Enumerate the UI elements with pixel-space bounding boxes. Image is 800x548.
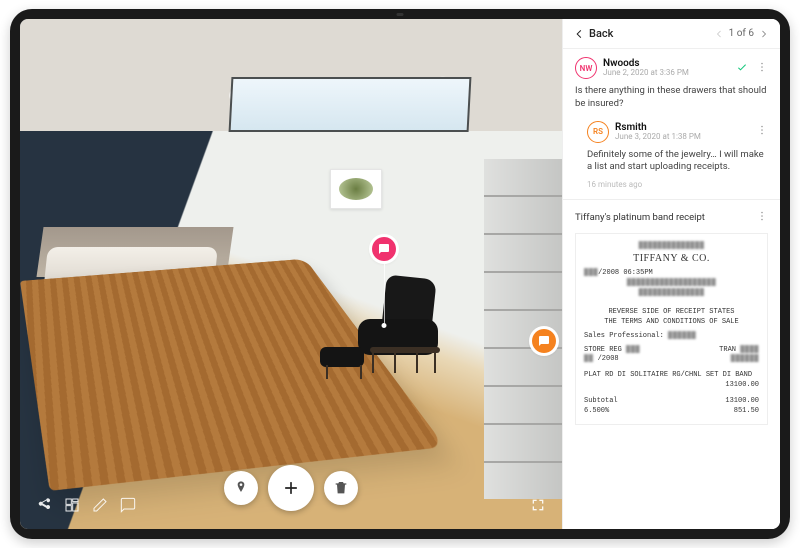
bottom-left-tools — [36, 497, 136, 513]
ottoman — [320, 347, 364, 367]
comment-age: 16 minutes ago — [587, 180, 768, 189]
avatar: RS — [587, 121, 609, 143]
hotspot-pin-2[interactable] — [532, 329, 556, 353]
wall-art — [330, 169, 382, 209]
comment-body: Definitely some of the jewelry… I will m… — [587, 149, 768, 175]
avatar: NW — [575, 57, 597, 79]
back-label: Back — [589, 27, 613, 40]
receipt-item: PLAT RD DI SOLITAIRE RG/CHNL SET DI BAND — [584, 371, 752, 381]
receipt-tax-value: 851.50 — [734, 407, 759, 417]
pager-prev[interactable] — [713, 28, 725, 40]
fullscreen-button[interactable] — [530, 497, 546, 513]
pin-icon — [233, 480, 249, 496]
pin-button[interactable] — [224, 471, 258, 505]
chevron-right-icon — [759, 29, 769, 39]
floorplan-button[interactable] — [64, 497, 80, 513]
shelving-unit — [484, 159, 562, 499]
chat-icon — [120, 497, 136, 513]
receipt-notice2: THE TERMS AND CONDITIONS OF SALE — [584, 318, 759, 328]
arrow-left-icon — [573, 28, 585, 40]
ruler-icon — [92, 497, 108, 513]
share-icon — [36, 497, 52, 513]
fullscreen-icon — [530, 497, 546, 513]
receipt-store-reg: STORE REG — [584, 346, 622, 354]
author-timestamp: June 3, 2020 at 1:38 PM — [615, 133, 701, 142]
plus-icon — [281, 478, 301, 498]
comments-button[interactable] — [120, 497, 136, 513]
pager: 1 of 6 — [713, 28, 770, 40]
receipt-notice1: REVERSE SIDE OF RECEIPT STATES — [584, 308, 759, 318]
share-button[interactable] — [36, 497, 52, 513]
panel-header: Back 1 of 6 — [563, 19, 780, 49]
chevron-left-icon — [714, 29, 724, 39]
resolved-check[interactable] — [736, 61, 748, 76]
comment-reply: RS Rsmith June 3, 2020 at 1:38 PM Defini… — [587, 121, 768, 190]
pager-next[interactable] — [758, 28, 770, 40]
attachment-title: Tiffany's platinum band receipt — [575, 212, 756, 223]
receipt-date: /2008 06:35PM — [598, 269, 653, 277]
hotspot-pin-1[interactable] — [372, 237, 396, 261]
receipt-image[interactable]: ██████████████ TIFFANY & CO. ███/2008 06… — [575, 233, 768, 425]
receipt-item-price: 13100.00 — [725, 381, 759, 391]
more-vert-icon — [756, 124, 768, 136]
delete-button[interactable] — [324, 471, 358, 505]
comment-menu[interactable] — [756, 61, 768, 76]
room-3d-view[interactable] — [20, 19, 562, 529]
tablet-frame: Back 1 of 6 NW Nwoods June 2, 2020 at 3:… — [10, 9, 790, 539]
attachment-row: Tiffany's platinum band receipt — [575, 210, 768, 225]
lounge-chair — [350, 277, 460, 377]
pager-text: 1 of 6 — [729, 28, 754, 39]
comment-root: NW Nwoods June 2, 2020 at 3:36 PM Is — [575, 57, 768, 111]
comment-body: Is there anything in these drawers that … — [575, 85, 768, 111]
measure-button[interactable] — [92, 497, 108, 513]
add-button[interactable] — [268, 465, 314, 511]
panel-body: NW Nwoods June 2, 2020 at 3:36 PM Is — [563, 49, 780, 529]
receipt-brand: TIFFANY & CO. — [584, 252, 759, 266]
back-button[interactable]: Back — [573, 27, 613, 40]
receipt-sales-label: Sales Professional: — [584, 332, 664, 340]
center-toolbar — [224, 465, 358, 511]
bottom-right-tools — [530, 497, 546, 513]
comment-icon — [538, 335, 550, 347]
author-timestamp: June 2, 2020 at 3:36 PM — [603, 69, 689, 78]
divider — [563, 199, 780, 200]
attachment-menu[interactable] — [756, 210, 768, 225]
receipt-tran: TRAN — [719, 346, 736, 354]
check-icon — [736, 61, 748, 73]
trash-icon — [333, 480, 349, 496]
more-vert-icon — [756, 61, 768, 73]
receipt-line2: /2008 — [593, 355, 618, 363]
receipt-tax-label: 6.500% — [584, 407, 609, 417]
floorplan-icon — [64, 497, 80, 513]
comment-icon — [378, 243, 390, 255]
window — [229, 77, 472, 132]
comments-panel: Back 1 of 6 NW Nwoods June 2, 2020 at 3:… — [562, 19, 780, 529]
comment-menu[interactable] — [756, 124, 768, 139]
screen: Back 1 of 6 NW Nwoods June 2, 2020 at 3:… — [20, 19, 780, 529]
receipt-subtotal-label: Subtotal — [584, 397, 618, 407]
more-vert-icon — [756, 210, 768, 222]
receipt-subtotal-value: 13100.00 — [725, 397, 759, 407]
